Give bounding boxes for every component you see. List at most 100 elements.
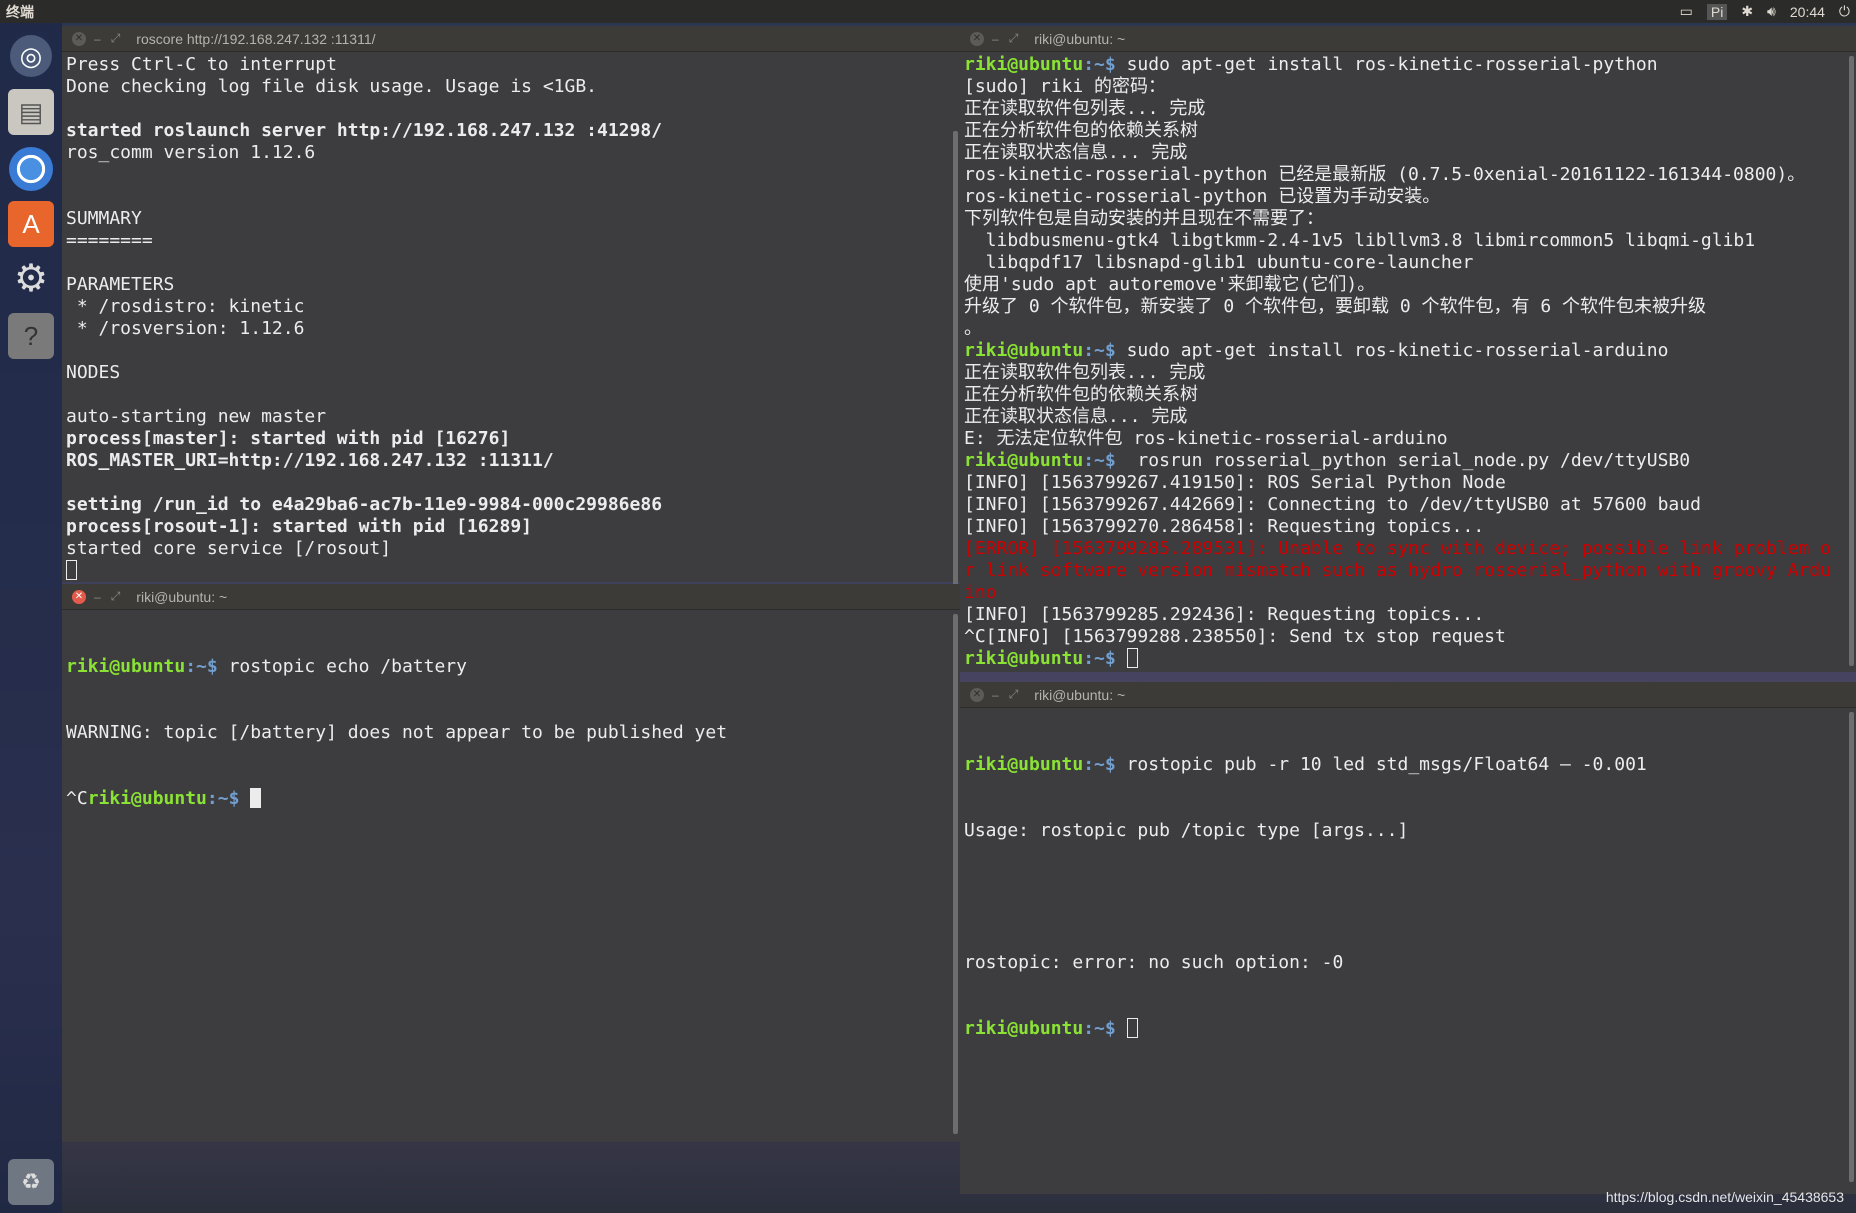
help-icon[interactable]: ? [8, 313, 54, 359]
files-icon[interactable]: ▤ [8, 89, 54, 135]
prompt-line: riki@ubuntu:~$ [964, 1018, 1854, 1040]
usage-line: Usage: rostopic pub /topic type [args...… [964, 820, 1409, 841]
output-line: Done checking log file disk usage. Usage… [66, 76, 598, 97]
scrollbar[interactable] [1849, 56, 1854, 666]
minimize-icon[interactable]: – [94, 590, 101, 604]
output-line: * /rosdistro: kinetic [66, 296, 305, 317]
trash-icon[interactable]: ♻ [8, 1159, 54, 1205]
terminal-roscore[interactable]: ✕ – ⤢ roscore http://192.168.247.132 :11… [62, 26, 960, 601]
command-line: riki@ubuntu:~$ sudo apt-get install ros-… [964, 54, 1658, 75]
output-line: 正在读取状态信息... 完成 [964, 406, 1188, 427]
command-line: riki@ubuntu:~$ rosrun rosserial_python s… [964, 450, 1691, 471]
bluetooth-icon[interactable]: ✱ [1741, 3, 1753, 20]
output-line: process[rosout-1]: started with pid [162… [66, 516, 532, 537]
minimize-icon[interactable]: – [992, 688, 999, 702]
terminal-title: riki@ubuntu: ~ [1034, 30, 1126, 47]
output-line: started roslaunch server http://192.168.… [66, 120, 663, 141]
output-line: 正在读取软件包列表... 完成 [964, 98, 1206, 119]
scrollbar[interactable] [1849, 712, 1854, 1182]
output-line: ros-kinetic-rosserial-python 已设置为手动安装。 [964, 186, 1441, 207]
cursor [1126, 648, 1138, 668]
terminal-titlebar: ✕ – ⤢ riki@ubuntu: ~ [960, 682, 1856, 708]
terminal-titlebar: ✕ – ⤢ riki@ubuntu: ~ [960, 26, 1856, 52]
terminal-output[interactable]: Press Ctrl-C to interrupt Done checking l… [62, 52, 960, 582]
prompt-line: riki@ubuntu:~$ [964, 648, 1854, 670]
output-line: [INFO] [1563799267.442669]: Connecting t… [964, 494, 1701, 515]
output-line: ros_comm version 1.12.6 [66, 142, 316, 163]
output-line: E: 无法定位软件包 ros-kinetic-rosserial-arduino [964, 428, 1448, 449]
terminal-output[interactable]: riki@ubuntu:~$ rostopic pub -r 10 led st… [960, 708, 1856, 1084]
terminal-rosserial[interactable]: ✕ – ⤢ riki@ubuntu: ~ riki@ubuntu:~$ sudo… [960, 26, 1856, 672]
output-line: libdbusmenu-gtk4 libgtkmm-2.4-1v5 libllv… [964, 230, 1756, 251]
output-line: 下列软件包是自动安装的并且现在不需要了： [964, 208, 1324, 229]
scrollbar[interactable] [953, 131, 958, 601]
output-line: 使用'sudo apt autoremove'来卸载它(它们)。 [964, 274, 1376, 295]
minimize-icon[interactable]: – [94, 32, 101, 46]
close-icon[interactable]: ✕ [72, 589, 86, 604]
error-line: rostopic: error: no such option: -0 [964, 952, 1344, 973]
cursor [250, 788, 262, 808]
output-line: 升级了 0 个软件包，新安装了 0 个软件包，要卸载 0 个软件包，有 6 个软… [964, 296, 1707, 317]
output-line: 正在读取状态信息... 完成 [964, 142, 1188, 163]
system-tray: ▭ Pi ✱ 🔊︎ 20:44 ⏻ [1680, 3, 1850, 20]
output-line: 。 [964, 318, 982, 339]
terminal-title: riki@ubuntu: ~ [1034, 686, 1126, 703]
terminal-battery[interactable]: ✕ – ⤢ riki@ubuntu: ~ riki@ubuntu:~$ rost… [62, 584, 960, 1142]
close-icon[interactable]: ✕ [970, 31, 984, 46]
scrollbar[interactable] [953, 614, 958, 1134]
cursor-line [66, 560, 958, 582]
app-title: 终端 [6, 3, 34, 20]
software-center-icon[interactable]: A [8, 201, 54, 247]
output-line: libqpdf17 libsnapd-glib1 ubuntu-core-lau… [964, 252, 1474, 273]
output-line: * /rosversion: 1.12.6 [66, 318, 305, 339]
output-line: auto-starting new master [66, 406, 327, 427]
cursor [66, 560, 77, 580]
warning-line: WARNING: topic [/battery] does not appea… [66, 722, 728, 743]
output-line: 正在分析软件包的依赖关系树 [964, 120, 1198, 141]
terminal-rostopic-pub[interactable]: ✕ – ⤢ riki@ubuntu: ~ riki@ubuntu:~$ rost… [960, 682, 1856, 1194]
maximize-icon[interactable]: ⤢ [111, 31, 121, 46]
volume-icon[interactable]: 🔊︎ [1767, 3, 1776, 20]
cursor [1126, 1018, 1138, 1038]
watermark: https://blog.csdn.net/weixin_45438653 [1605, 1189, 1844, 1205]
maximize-icon[interactable]: ⤢ [1009, 687, 1019, 702]
clock[interactable]: 20:44 [1790, 4, 1825, 20]
chromium-icon[interactable] [9, 147, 53, 191]
output-line: SUMMARY [66, 208, 142, 229]
output-line: [INFO] [1563799270.286458]: Requesting t… [964, 516, 1485, 537]
terminal-output[interactable]: riki@ubuntu:~$ rostopic echo /battery WA… [62, 610, 960, 854]
output-line: 正在读取软件包列表... 完成 [964, 362, 1206, 383]
command-line: riki@ubuntu:~$ rostopic echo /battery [66, 656, 467, 677]
power-icon[interactable]: ⏻ [1839, 3, 1850, 20]
output-line: ======== [66, 230, 153, 251]
output-line: [INFO] [1563799267.419150]: ROS Serial P… [964, 472, 1506, 493]
display-icon[interactable]: ▭ [1680, 3, 1693, 20]
terminal-titlebar: ✕ – ⤢ riki@ubuntu: ~ [62, 584, 960, 610]
output-line: setting /run_id to e4a29ba6-ac7b-11e9-99… [66, 494, 663, 515]
ubuntu-dash-icon[interactable]: ◎ [10, 35, 52, 77]
terminal-titlebar: ✕ – ⤢ roscore http://192.168.247.132 :11… [62, 26, 960, 52]
output-line: ROS_MASTER_URI=http://192.168.247.132 :1… [66, 450, 554, 471]
error-line: [ERROR] [1563799285.289531]: Unable to s… [964, 538, 1831, 559]
close-icon[interactable]: ✕ [72, 31, 86, 46]
output-line: 正在分析软件包的依赖关系树 [964, 384, 1198, 405]
command-line: riki@ubuntu:~$ rostopic pub -r 10 led st… [964, 754, 1647, 775]
close-icon[interactable]: ✕ [970, 687, 984, 702]
maximize-icon[interactable]: ⤢ [111, 589, 121, 604]
terminal-output[interactable]: riki@ubuntu:~$ sudo apt-get install ros-… [960, 52, 1856, 670]
output-line: ros-kinetic-rosserial-python 已经是最新版 (0.7… [964, 164, 1806, 185]
output-line: PARAMETERS [66, 274, 175, 295]
command-line: riki@ubuntu:~$ sudo apt-get install ros-… [964, 340, 1669, 361]
maximize-icon[interactable]: ⤢ [1009, 31, 1019, 46]
input-method-indicator[interactable]: Pi [1706, 3, 1728, 20]
terminal-title: riki@ubuntu: ~ [136, 588, 228, 605]
minimize-icon[interactable]: – [992, 32, 999, 46]
settings-icon[interactable]: ⚙ [8, 255, 54, 301]
